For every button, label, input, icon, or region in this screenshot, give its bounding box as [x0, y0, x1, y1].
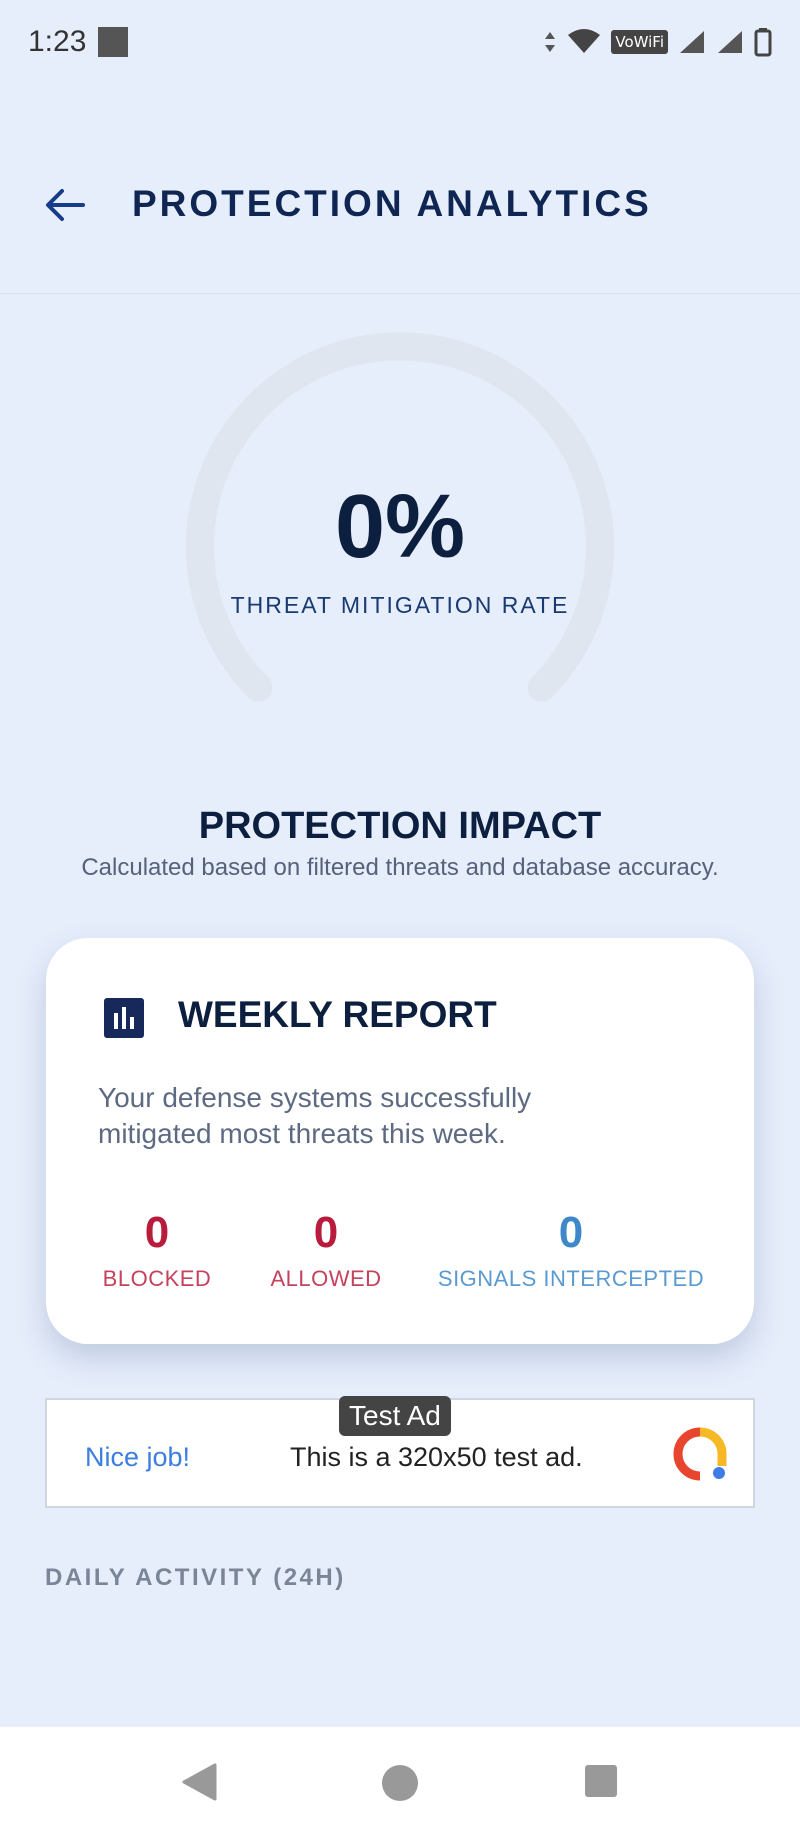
page-title: PROTECTION ANALYTICS	[132, 183, 652, 224]
status-bar: 1:23 VoWiFi	[0, 0, 800, 84]
battery-icon	[754, 28, 772, 57]
daily-activity-title: DAILY ACTIVITY (24H)	[45, 1564, 346, 1591]
app-header: PROTECTION ANALYTICS	[0, 180, 800, 294]
card-title: WEEKLY REPORT	[178, 994, 497, 1035]
stat-label: BLOCKED	[102, 1266, 212, 1291]
ad-text: This is a 320x50 test ad.	[290, 1442, 583, 1472]
card-text: Your defense systems successfully mitiga…	[98, 1082, 532, 1149]
notification-icon	[98, 27, 129, 57]
stat-blocked: 0 BLOCKED	[98, 1208, 216, 1292]
signal-icon-2	[718, 31, 742, 53]
ad-logo-icon	[673, 1427, 727, 1481]
gauge-value: 0%	[334, 477, 466, 577]
system-nav-bar	[0, 1727, 800, 1834]
ad-headline[interactable]: Nice job!	[85, 1442, 190, 1473]
wifi-icon	[568, 29, 601, 53]
stat-label: SIGNALS INTERCEPTED	[437, 1266, 705, 1291]
nav-back-icon[interactable]	[181, 1763, 217, 1801]
stat-allowed: 0 ALLOWED	[264, 1208, 388, 1292]
status-time: 1:23	[28, 25, 87, 58]
data-arrows-icon	[545, 32, 556, 52]
stat-value: 0	[313, 1208, 339, 1257]
impact-subtitle: Calculated based on filtered threats and…	[81, 854, 719, 881]
test-ad-banner[interactable]: Test Ad Nice job! This is a 320x50 test …	[45, 1396, 755, 1508]
back-button[interactable]	[40, 180, 90, 230]
weekly-report-card: WEEKLY REPORT Your defense systems succe…	[46, 938, 754, 1344]
ad-tag: Test Ad	[339, 1396, 451, 1436]
mitigation-gauge: 0%	[180, 332, 620, 712]
bar-chart-icon	[104, 998, 144, 1038]
stat-value: 0	[558, 1208, 584, 1257]
vowifi-badge: VoWiFi	[611, 30, 668, 54]
stat-value: 0	[144, 1208, 170, 1257]
arrow-left-icon	[46, 189, 85, 221]
stat-label: ALLOWED	[270, 1266, 382, 1291]
signal-icon	[680, 31, 704, 53]
nav-home-icon[interactable]	[380, 1763, 420, 1803]
nav-recents-icon[interactable]	[583, 1763, 619, 1799]
gauge-label: THREAT MITIGATION RATE	[230, 592, 570, 618]
stat-signals-intercepted: 0 SIGNALS INTERCEPTED	[436, 1208, 706, 1292]
impact-title: PROTECTION IMPACT	[198, 805, 602, 847]
